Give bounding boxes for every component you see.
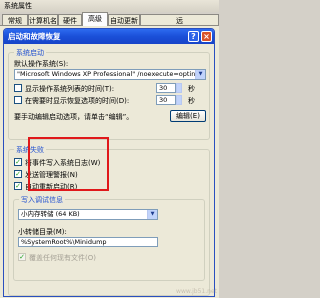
watermark: www.jb51.net: [176, 288, 217, 295]
chevron-down-icon: ▼: [147, 210, 157, 219]
auto-restart-label: 自动重新启动(R): [25, 183, 78, 191]
show-recovery-label: 在需要时显示恢复选项的时间(D):: [25, 97, 130, 105]
help-icon[interactable]: ?: [188, 31, 199, 42]
dump-dir-label: 小转储目录(M):: [18, 228, 67, 236]
seconds-label-2: 秒: [188, 97, 195, 105]
default-os-value: "Microsoft Windows XP Professional" /noe…: [17, 70, 196, 78]
show-recovery-seconds-input[interactable]: 30: [156, 95, 176, 105]
startup-group-label: 系统启动: [14, 48, 46, 58]
edit-hint-text: 要手动编辑启动选项，请单击“编辑”。: [14, 113, 134, 121]
debug-info-group-label: 写入调试信息: [19, 195, 65, 205]
dialog-title: 启动和故障恢复: [4, 29, 214, 44]
auto-restart-checkbox[interactable]: ✓: [14, 182, 22, 190]
tab-advanced[interactable]: 高级: [82, 12, 108, 26]
overwrite-checkbox[interactable]: ✓: [18, 253, 26, 261]
default-os-select[interactable]: "Microsoft Windows XP Professional" /noe…: [14, 69, 206, 80]
chevron-down-icon: ▼: [195, 70, 205, 79]
debug-info-value: 小内存转储 (64 KB): [21, 210, 80, 218]
show-os-list-label: 显示操作系统列表的时间(T):: [25, 85, 115, 93]
show-os-list-seconds-input[interactable]: 30: [156, 83, 176, 93]
close-icon[interactable]: ×: [201, 31, 212, 42]
write-event-checkbox[interactable]: ✓: [14, 158, 22, 166]
tab-strip: 常规 计算机名 硬件 高级 自动更新 远: [0, 12, 219, 26]
seconds-label-1: 秒: [188, 85, 195, 93]
write-event-label: 将事件写入系统日志(W): [25, 159, 101, 167]
show-recovery-spinner[interactable]: [176, 95, 182, 105]
debug-info-select[interactable]: 小内存转储 (64 KB) ▼: [18, 209, 158, 220]
default-os-label: 默认操作系统(S):: [14, 60, 69, 68]
failure-group-label: 系统失败: [14, 145, 46, 155]
send-alert-label: 发送管理警报(N): [25, 171, 78, 179]
dump-dir-input[interactable]: %SystemRoot%\Minidump: [18, 237, 158, 247]
overwrite-label: 覆盖任何现有文件(O): [29, 254, 96, 262]
startup-recovery-dialog: 启动和故障恢复 ? × 系统启动 默认操作系统(S): "Microsoft W…: [3, 28, 215, 297]
show-recovery-checkbox[interactable]: [14, 96, 22, 104]
show-os-list-checkbox[interactable]: [14, 84, 22, 92]
window-title: 系统属性: [0, 0, 219, 12]
send-alert-checkbox[interactable]: ✓: [14, 170, 22, 178]
show-os-list-spinner[interactable]: [176, 83, 182, 93]
edit-button[interactable]: 编辑(E): [170, 110, 206, 122]
